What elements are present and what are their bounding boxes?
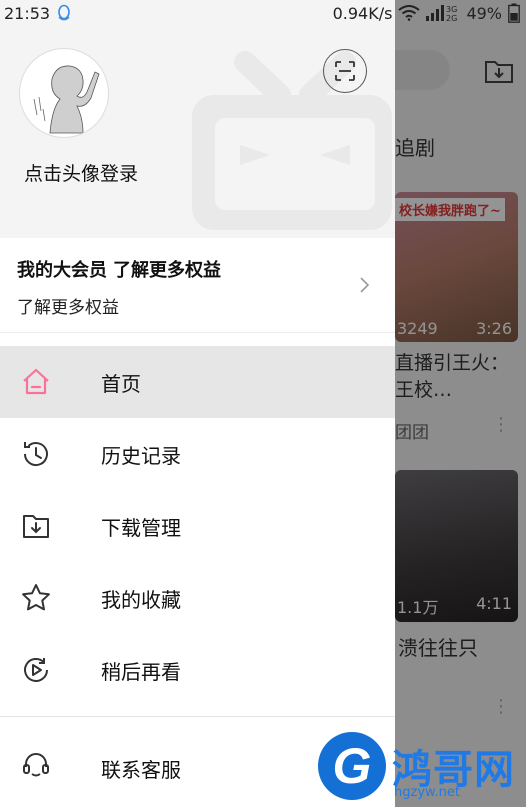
avatar[interactable] bbox=[19, 48, 109, 138]
watermark-url: hgzyw.net bbox=[394, 785, 460, 800]
battery-level: 49% bbox=[466, 3, 502, 23]
drawer-header: 点击头像登录 bbox=[0, 0, 395, 238]
menu-item-label: 历史记录 bbox=[101, 443, 181, 468]
menu-divider bbox=[0, 716, 395, 717]
vip-title: 我的大会员 了解更多权益 bbox=[17, 256, 221, 282]
star-icon bbox=[22, 584, 50, 611]
network-speed: 0.94K/s bbox=[332, 3, 393, 23]
scan-icon bbox=[335, 61, 355, 81]
menu-item-downloads[interactable]: 下载管理 bbox=[0, 490, 395, 562]
wifi-icon bbox=[398, 5, 421, 21]
navigation-drawer: 点击头像登录 我的大会员 了解更多权益 了解更多权益 首页 历史记录 下载管理 … bbox=[0, 0, 395, 807]
menu-item-label: 联系客服 bbox=[101, 758, 181, 782]
qq-notification-icon bbox=[58, 4, 70, 21]
menu-item-home[interactable]: 首页 bbox=[0, 346, 395, 418]
menu-item-watch-later[interactable]: 稍后再看 bbox=[0, 634, 395, 706]
login-prompt[interactable]: 点击头像登录 bbox=[24, 159, 138, 186]
history-icon bbox=[23, 442, 48, 467]
menu-item-label: 我的收藏 bbox=[101, 587, 181, 612]
scan-button[interactable] bbox=[323, 49, 367, 93]
vip-membership-card[interactable]: 我的大会员 了解更多权益 了解更多权益 bbox=[0, 238, 395, 333]
avatar-sketch-icon bbox=[33, 65, 100, 134]
watch-later-icon bbox=[24, 657, 48, 682]
drawer-menu: 首页 历史记录 下载管理 我的收藏 稍后再看 bbox=[0, 346, 395, 706]
home-icon bbox=[23, 368, 49, 395]
vip-description: 了解更多权益 bbox=[17, 298, 119, 318]
menu-item-history[interactable]: 历史记录 bbox=[0, 418, 395, 490]
headset-icon bbox=[23, 753, 49, 777]
download-folder-icon bbox=[23, 515, 49, 538]
battery-icon bbox=[508, 3, 520, 23]
vip-title-main: 我的大会员 bbox=[17, 260, 107, 281]
signal-icon: 3G 2G bbox=[426, 5, 458, 22]
status-bar: 21:53 0.94K/s 3G 2G 49% bbox=[0, 0, 526, 26]
menu-item-label: 首页 bbox=[101, 371, 141, 396]
status-time: 21:53 bbox=[4, 3, 51, 23]
watermark-logo: G bbox=[318, 732, 386, 800]
menu-item-label: 稍后再看 bbox=[101, 659, 181, 684]
menu-item-favorites[interactable]: 我的收藏 bbox=[0, 562, 395, 634]
vip-title-sub: 了解更多权益 bbox=[113, 260, 221, 281]
menu-item-label: 下载管理 bbox=[101, 515, 181, 540]
chevron-right-icon bbox=[360, 277, 370, 293]
network-type-bottom: 2G bbox=[446, 14, 457, 22]
network-type-top: 3G bbox=[446, 5, 457, 14]
